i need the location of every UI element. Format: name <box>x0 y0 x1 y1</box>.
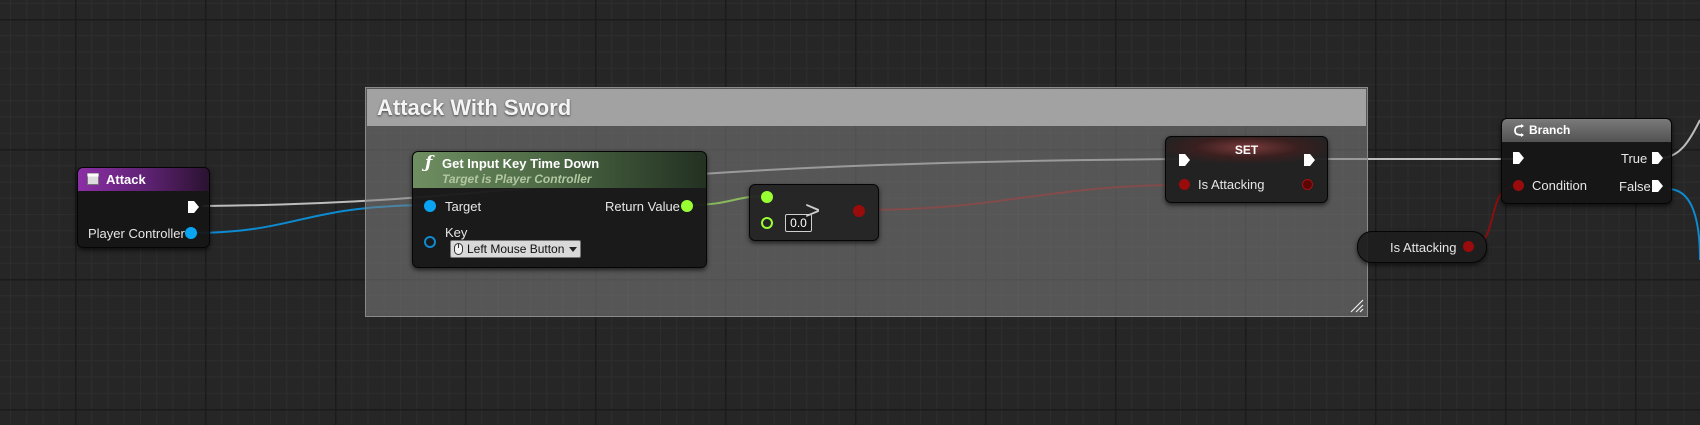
key-value: Left Mouse Button <box>467 242 565 256</box>
operator-label: > <box>805 195 821 225</box>
node-header[interactable]: Attack <box>78 168 209 191</box>
compare-result-out-pin[interactable] <box>853 205 865 217</box>
false-out-pin[interactable] <box>1652 180 1663 192</box>
mouse-icon <box>454 243 463 255</box>
chevron-down-icon[interactable] <box>569 247 577 252</box>
get-input-key-time-down-node[interactable]: ƒ Get Input Key Time Down Target is Play… <box>412 151 707 268</box>
branch-icon <box>1514 124 1524 137</box>
exec-wire-false-out[interactable] <box>1667 188 1700 261</box>
key-label: Key <box>445 225 468 240</box>
exec-out-pin[interactable] <box>188 201 199 213</box>
greater-than-node[interactable]: 0.0 > <box>749 184 879 241</box>
getter-label: Is Attacking <box>1390 240 1457 255</box>
node-title: Get Input Key Time Down <box>442 156 600 171</box>
true-label: True <box>1621 151 1648 166</box>
condition-in-pin[interactable] <box>1513 180 1524 191</box>
attack-event-node[interactable]: Attack Player Controller <box>77 167 210 248</box>
getter-out-pin[interactable] <box>1463 241 1474 252</box>
compare-a-in-pin[interactable] <box>761 191 773 203</box>
node-title: Branch <box>1529 123 1571 137</box>
is-attacking-getter-node[interactable]: Is Attacking <box>1357 231 1487 263</box>
return-value-label: Return Value <box>605 199 680 214</box>
branch-node[interactable]: Branch True Condition False <box>1501 118 1672 204</box>
node-subtitle: Target is Player Controller <box>442 172 592 186</box>
compare-b-in-pin[interactable] <box>761 217 773 229</box>
condition-label: Condition <box>1532 178 1587 193</box>
node-title: SET <box>1234 143 1259 157</box>
node-header[interactable]: SET <box>1166 137 1327 163</box>
exec-in-pin[interactable] <box>1513 152 1524 164</box>
false-label: False <box>1619 179 1651 194</box>
key-in-pin[interactable] <box>424 236 436 248</box>
key-dropdown[interactable]: Left Mouse Button <box>450 240 581 258</box>
set-variable-node[interactable]: SET Is Attacking <box>1165 136 1328 203</box>
node-header[interactable]: ƒ Get Input Key Time Down Target is Play… <box>413 152 706 188</box>
player-controller-out-pin[interactable] <box>185 227 197 239</box>
is-attacking-label: Is Attacking <box>1198 177 1265 192</box>
target-in-pin[interactable] <box>424 200 436 212</box>
node-title: Attack <box>106 172 146 187</box>
true-out-pin[interactable] <box>1652 152 1663 164</box>
is-attacking-in-pin[interactable] <box>1179 179 1190 190</box>
comment-title[interactable]: Attack With Sword <box>367 89 1366 126</box>
resize-grip-icon[interactable] <box>1350 299 1364 313</box>
return-value-out-pin[interactable] <box>681 200 693 212</box>
function-icon: ƒ <box>425 153 433 173</box>
event-icon <box>87 173 99 185</box>
player-controller-label: Player Controller <box>88 226 185 241</box>
node-header[interactable]: Branch <box>1502 119 1671 142</box>
is-attacking-out-pin[interactable] <box>1302 179 1313 190</box>
target-label: Target <box>445 199 482 214</box>
